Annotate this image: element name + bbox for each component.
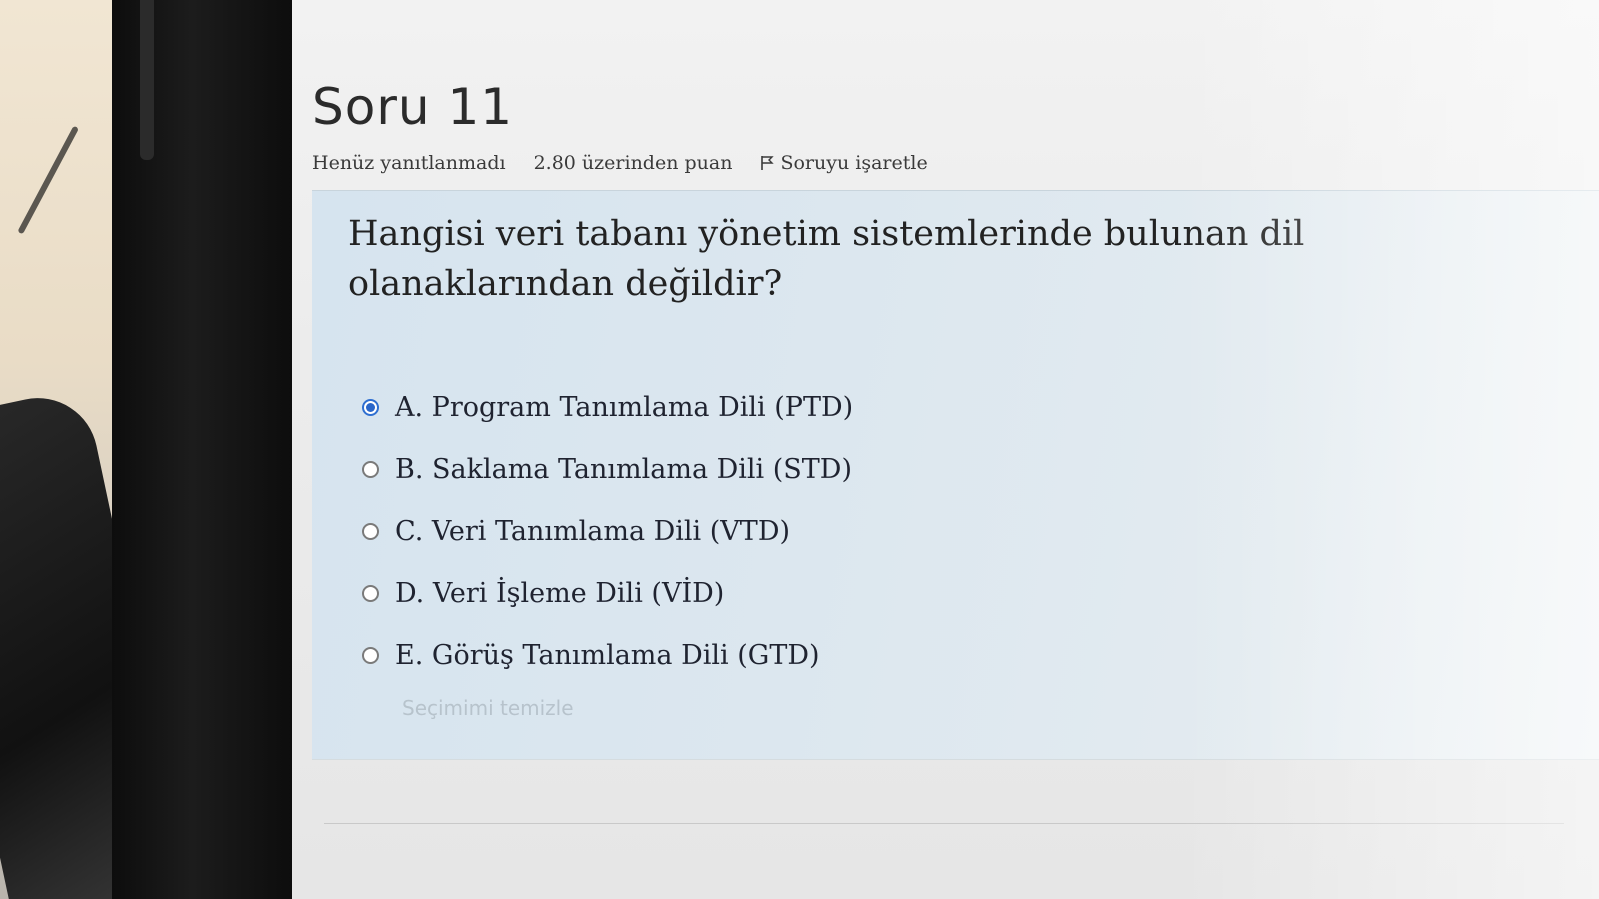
answer-radio-a[interactable] — [362, 398, 379, 416]
bezel-edge — [140, 0, 154, 160]
answer-option-b[interactable]: B. Saklama Tanımlama Dili (STD) — [362, 438, 853, 500]
answer-label-a: A. Program Tanımlama Dili (PTD) — [395, 391, 854, 423]
question-meta: Henüz yanıtlanmadı 2.80 üzerinden puan S… — [312, 152, 928, 174]
answer-option-a[interactable]: A. Program Tanımlama Dili (PTD) — [362, 376, 853, 438]
divider — [324, 823, 1564, 824]
answer-option-e[interactable]: E. Görüş Tanımlama Dili (GTD) — [362, 624, 853, 686]
flag-question-button[interactable]: Soruyu işaretle — [760, 152, 928, 174]
flag-question-label: Soruyu işaretle — [780, 152, 928, 174]
answer-label-c: C. Veri Tanımlama Dili (VTD) — [395, 515, 790, 547]
answer-label-e: E. Görüş Tanımlama Dili (GTD) — [395, 639, 820, 671]
answer-label-d: D. Veri İşleme Dili (VİD) — [395, 577, 725, 609]
answer-radio-c[interactable] — [362, 522, 379, 540]
answer-option-c[interactable]: C. Veri Tanımlama Dili (VTD) — [362, 500, 853, 562]
screen: Soru 11 Henüz yanıtlanmadı 2.80 üzerinde… — [292, 0, 1599, 899]
question-points: 2.80 üzerinden puan — [533, 152, 733, 174]
photo-scene: Soru 11 Henüz yanıtlanmadı 2.80 üzerinde… — [0, 0, 1599, 899]
answer-radio-e[interactable] — [362, 646, 379, 664]
question-text: Hangisi veri tabanı yönetim sistemlerind… — [348, 214, 1305, 304]
clear-selection-link[interactable]: Seçimimi temizle — [402, 696, 574, 720]
question-status: Henüz yanıtlanmadı — [312, 152, 506, 174]
answer-list: A. Program Tanımlama Dili (PTD) B. Sakla… — [362, 376, 853, 686]
question-title: Soru 11 — [312, 78, 514, 136]
question-box: Hangisi veri tabanı yönetim sistemlerind… — [312, 190, 1599, 760]
answer-label-b: B. Saklama Tanımlama Dili (STD) — [395, 453, 852, 485]
answer-option-d[interactable]: D. Veri İşleme Dili (VİD) — [362, 562, 853, 624]
answer-radio-d[interactable] — [362, 584, 379, 602]
flag-icon — [761, 156, 775, 170]
answer-radio-b[interactable] — [362, 460, 379, 478]
